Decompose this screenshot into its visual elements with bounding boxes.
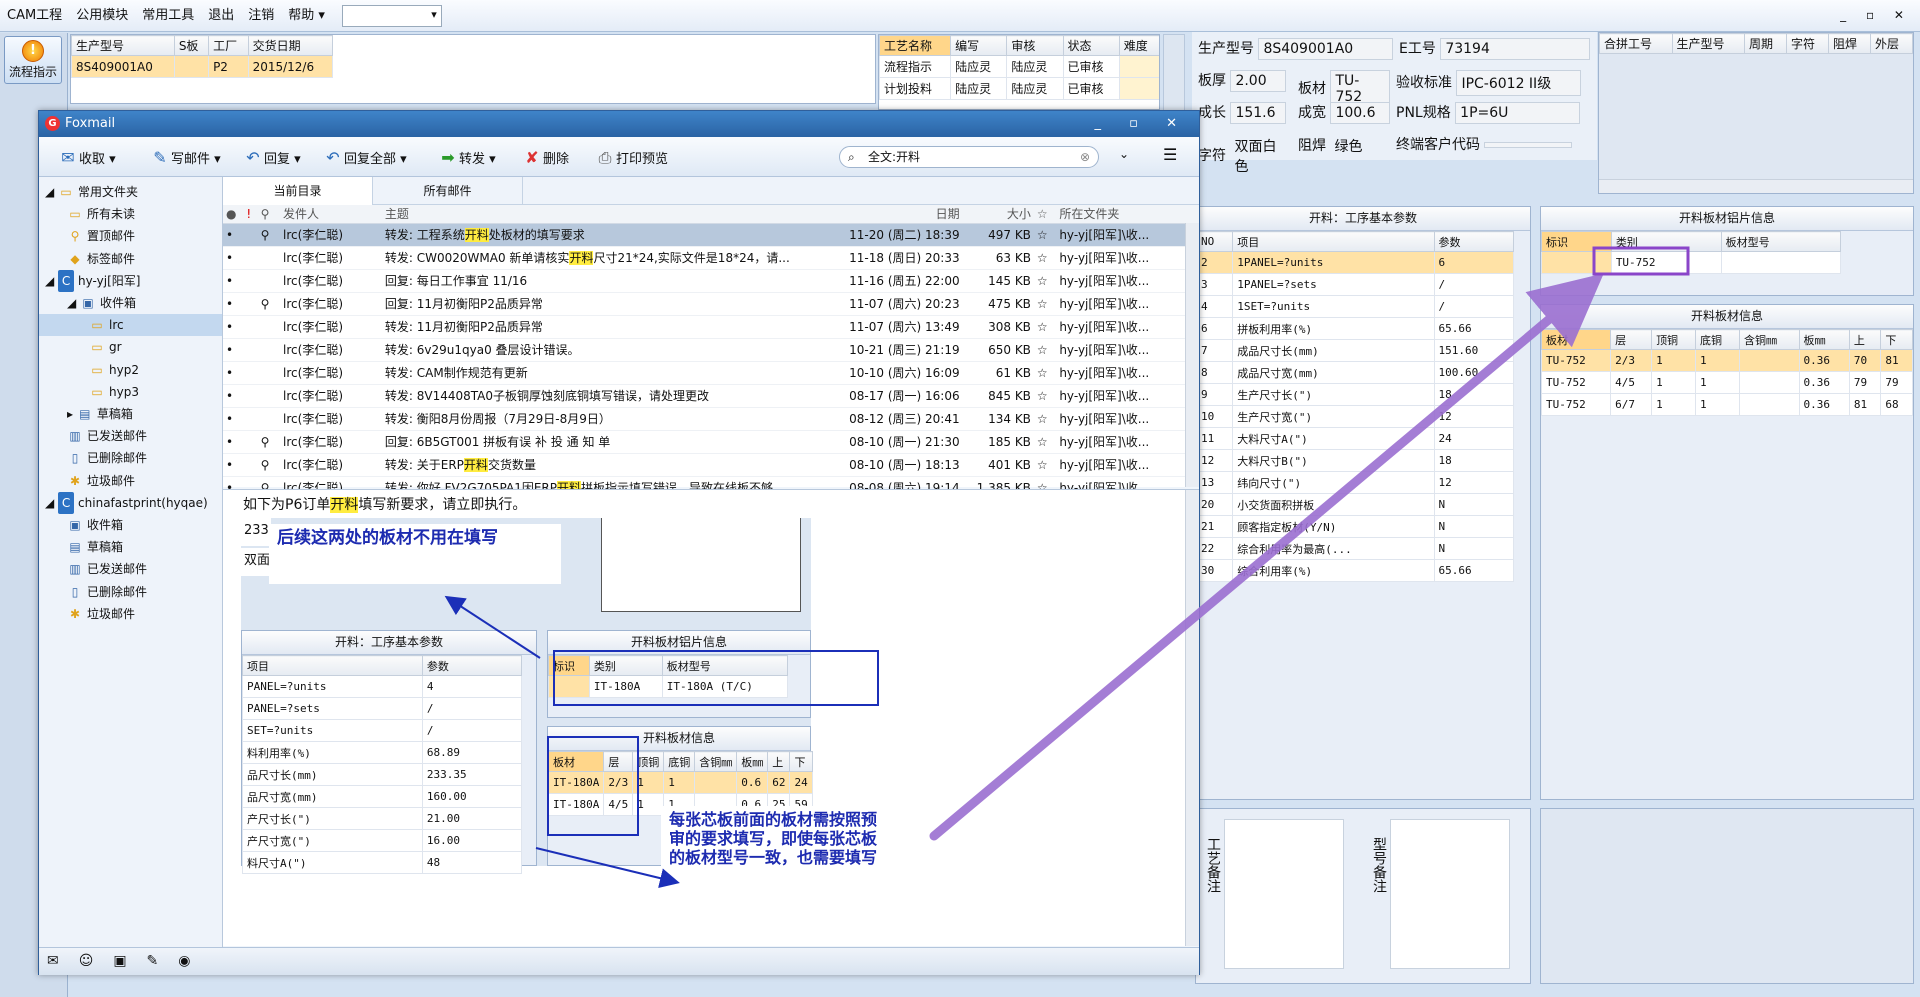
highlight-box-sheet-info: [1592, 246, 1690, 276]
arrow-to-sheet-info: [929, 273, 1604, 841]
arrow-to-note-top: [444, 595, 541, 659]
annotation-arrows: [444, 246, 1690, 888]
arrow-to-note-bottom: [535, 847, 680, 888]
